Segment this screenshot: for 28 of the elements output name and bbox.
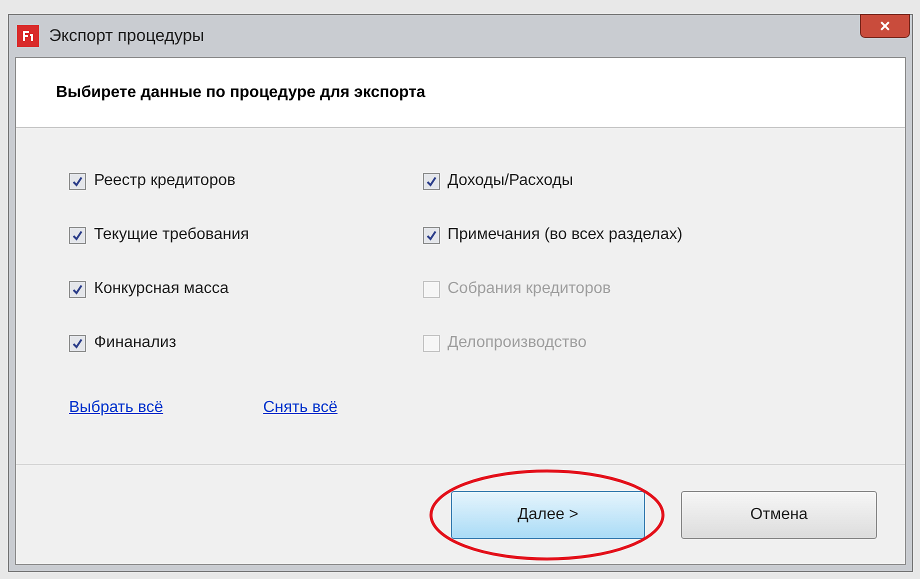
link[interactable]: Снять всё xyxy=(263,396,338,420)
checkmark-icon xyxy=(426,176,436,186)
checkbox-label: Реестр кредиторов xyxy=(94,171,236,191)
checkbox-label: Текущие требования xyxy=(94,225,250,245)
app-logo-icon xyxy=(17,25,39,47)
checkmark-icon xyxy=(72,230,83,240)
checkbox[interactable] xyxy=(69,226,86,244)
checkbox[interactable] xyxy=(69,280,86,298)
checkbox-label: Доходы/Расходы xyxy=(448,171,574,191)
checkbox[interactable] xyxy=(422,226,440,244)
dialog-heading: Выбирете данные по процедуре для экспорта xyxy=(56,82,426,102)
checkbox[interactable] xyxy=(69,334,86,352)
checkbox[interactable] xyxy=(69,172,86,190)
cancel-button[interactable]: Отмена xyxy=(681,490,877,538)
checkbox-label: Делопроизводство xyxy=(448,333,587,353)
next-button[interactable]: Далее > xyxy=(451,490,645,538)
checkmark-icon xyxy=(72,284,83,294)
checkmark-icon xyxy=(426,230,436,240)
window-title: Экспорт процедуры xyxy=(49,25,204,48)
checkbox-label: Примечания (во всех разделах) xyxy=(448,225,682,245)
link[interactable]: Выбрать всё xyxy=(69,396,164,420)
checkbox-label: Финанализ xyxy=(94,333,176,353)
checkbox-label: Собрания кредиторов xyxy=(448,279,611,299)
close-button[interactable]: × xyxy=(860,14,910,38)
checkbox[interactable] xyxy=(422,172,440,190)
checkmark-icon xyxy=(72,176,83,186)
checkmark-icon xyxy=(72,338,83,348)
checkbox-label: Конкурсная масса xyxy=(94,279,229,299)
